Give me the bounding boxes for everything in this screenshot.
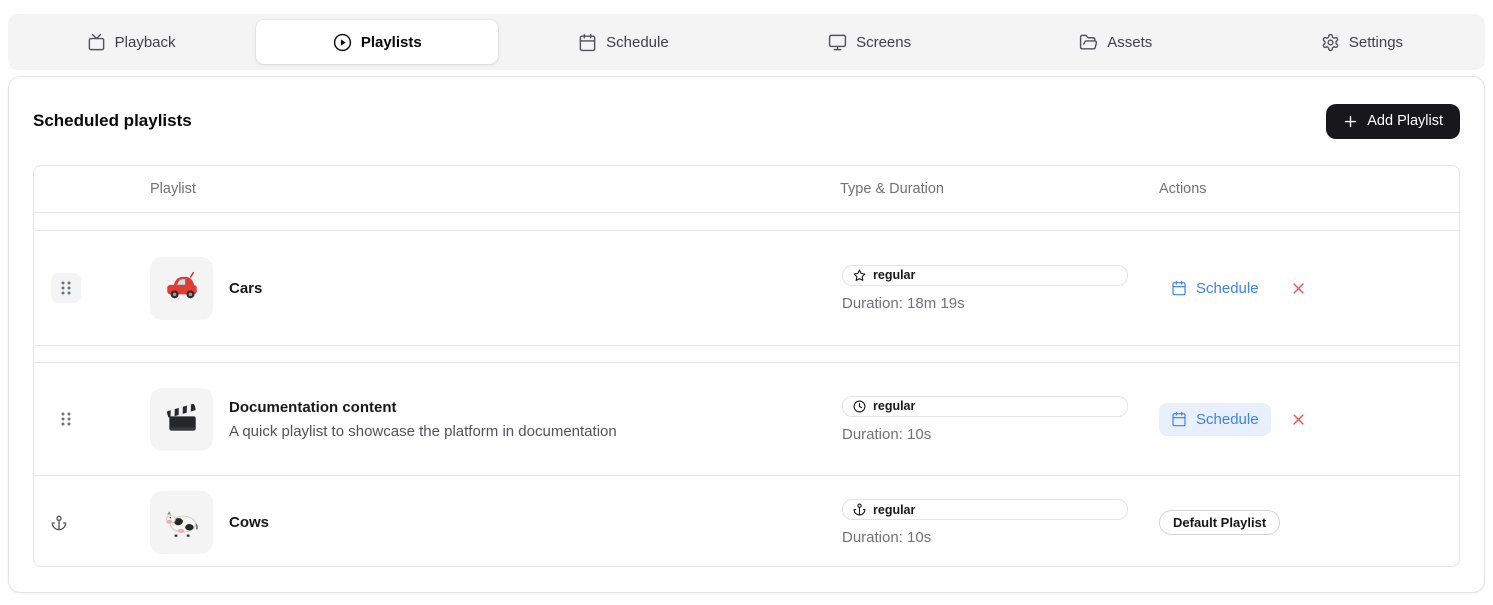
table-row-cars: Cars regular Duration: 18m 19s Schedule (34, 231, 1459, 346)
tab-label: Settings (1349, 34, 1403, 51)
default-playlist-badge: Default Playlist (1159, 510, 1280, 535)
x-icon (1291, 412, 1306, 427)
red-car-emoji (163, 269, 201, 307)
type-badge-label: regular (873, 503, 915, 517)
star-icon (853, 269, 866, 282)
clapper-board-emoji (163, 400, 201, 438)
calendar-icon (578, 33, 597, 52)
column-header-actions: Actions (1159, 181, 1459, 197)
type-badge: regular (842, 499, 1128, 520)
tab-playlists[interactable]: Playlists (256, 20, 498, 64)
schedule-button[interactable]: Schedule (1159, 403, 1271, 436)
drag-handle[interactable] (51, 404, 81, 434)
remove-button[interactable] (1291, 281, 1306, 296)
schedule-label: Schedule (1196, 280, 1259, 297)
tab-label: Assets (1107, 34, 1152, 51)
folder-open-icon (1079, 33, 1098, 52)
monitor-icon (828, 33, 847, 52)
x-icon (1291, 281, 1306, 296)
add-playlist-button[interactable]: Add Playlist (1326, 104, 1460, 139)
tab-assets[interactable]: Assets (995, 20, 1237, 64)
gear-icon (1321, 33, 1340, 52)
grip-dots-icon (59, 280, 73, 296)
grip-dots-icon (59, 411, 73, 427)
anchor-icon (51, 514, 67, 532)
column-header-playlist: Playlist (150, 181, 840, 197)
tab-label: Playlists (361, 34, 422, 51)
duration-text: Duration: 10s (842, 529, 1159, 546)
calendar-icon (1171, 411, 1187, 427)
tab-label: Screens (856, 34, 911, 51)
playlist-title: Cows (229, 514, 269, 531)
tab-label: Playback (115, 34, 176, 51)
drop-zone-spacer (34, 346, 1459, 363)
anchored-indicator (51, 514, 81, 532)
tab-screens[interactable]: Screens (749, 20, 991, 64)
playlist-thumbnail (150, 388, 213, 451)
type-badge: regular (842, 265, 1128, 286)
playlist-thumbnail (150, 491, 213, 554)
table-row-cows: Cows regular Duration: 10s Default Playl… (34, 476, 1459, 567)
type-badge-label: regular (873, 399, 915, 413)
table-header-row: Playlist Type & Duration Actions (34, 166, 1459, 213)
playlist-title: Cars (229, 280, 262, 297)
remove-button[interactable] (1291, 412, 1306, 427)
table-row-documentation-content: Documentation content A quick playlist t… (34, 363, 1459, 476)
clock-icon (853, 400, 866, 413)
tv-icon (87, 33, 106, 52)
duration-text: Duration: 18m 19s (842, 295, 1159, 312)
schedule-label: Schedule (1196, 411, 1259, 428)
page-title: Scheduled playlists (33, 111, 192, 131)
drop-zone-spacer (34, 213, 1459, 231)
drag-handle[interactable] (51, 273, 81, 303)
playlists-panel: Scheduled playlists Add Playlist Playlis… (8, 76, 1485, 593)
add-playlist-label: Add Playlist (1367, 113, 1443, 129)
type-badge-label: regular (873, 268, 915, 282)
play-circle-icon (333, 33, 352, 52)
calendar-icon (1171, 280, 1187, 296)
playlists-table: Playlist Type & Duration Actions Cars (33, 165, 1460, 567)
cow-emoji (163, 504, 201, 542)
duration-text: Duration: 10s (842, 426, 1159, 443)
anchor-icon (853, 503, 866, 516)
panel-header: Scheduled playlists Add Playlist (9, 77, 1484, 165)
tab-label: Schedule (606, 34, 669, 51)
tab-settings[interactable]: Settings (1241, 20, 1483, 64)
type-badge: regular (842, 396, 1128, 417)
plus-icon (1343, 114, 1358, 129)
playlist-thumbnail (150, 257, 213, 320)
tab-schedule[interactable]: Schedule (502, 20, 744, 64)
tab-playback[interactable]: Playback (10, 20, 252, 64)
schedule-button[interactable]: Schedule (1159, 272, 1271, 305)
playlist-title: Documentation content (229, 399, 617, 416)
column-header-type-duration: Type & Duration (840, 181, 1159, 197)
playlist-description: A quick playlist to showcase the platfor… (229, 423, 617, 440)
top-nav-tabs: Playback Playlists Schedule Screens Asse… (8, 14, 1485, 70)
